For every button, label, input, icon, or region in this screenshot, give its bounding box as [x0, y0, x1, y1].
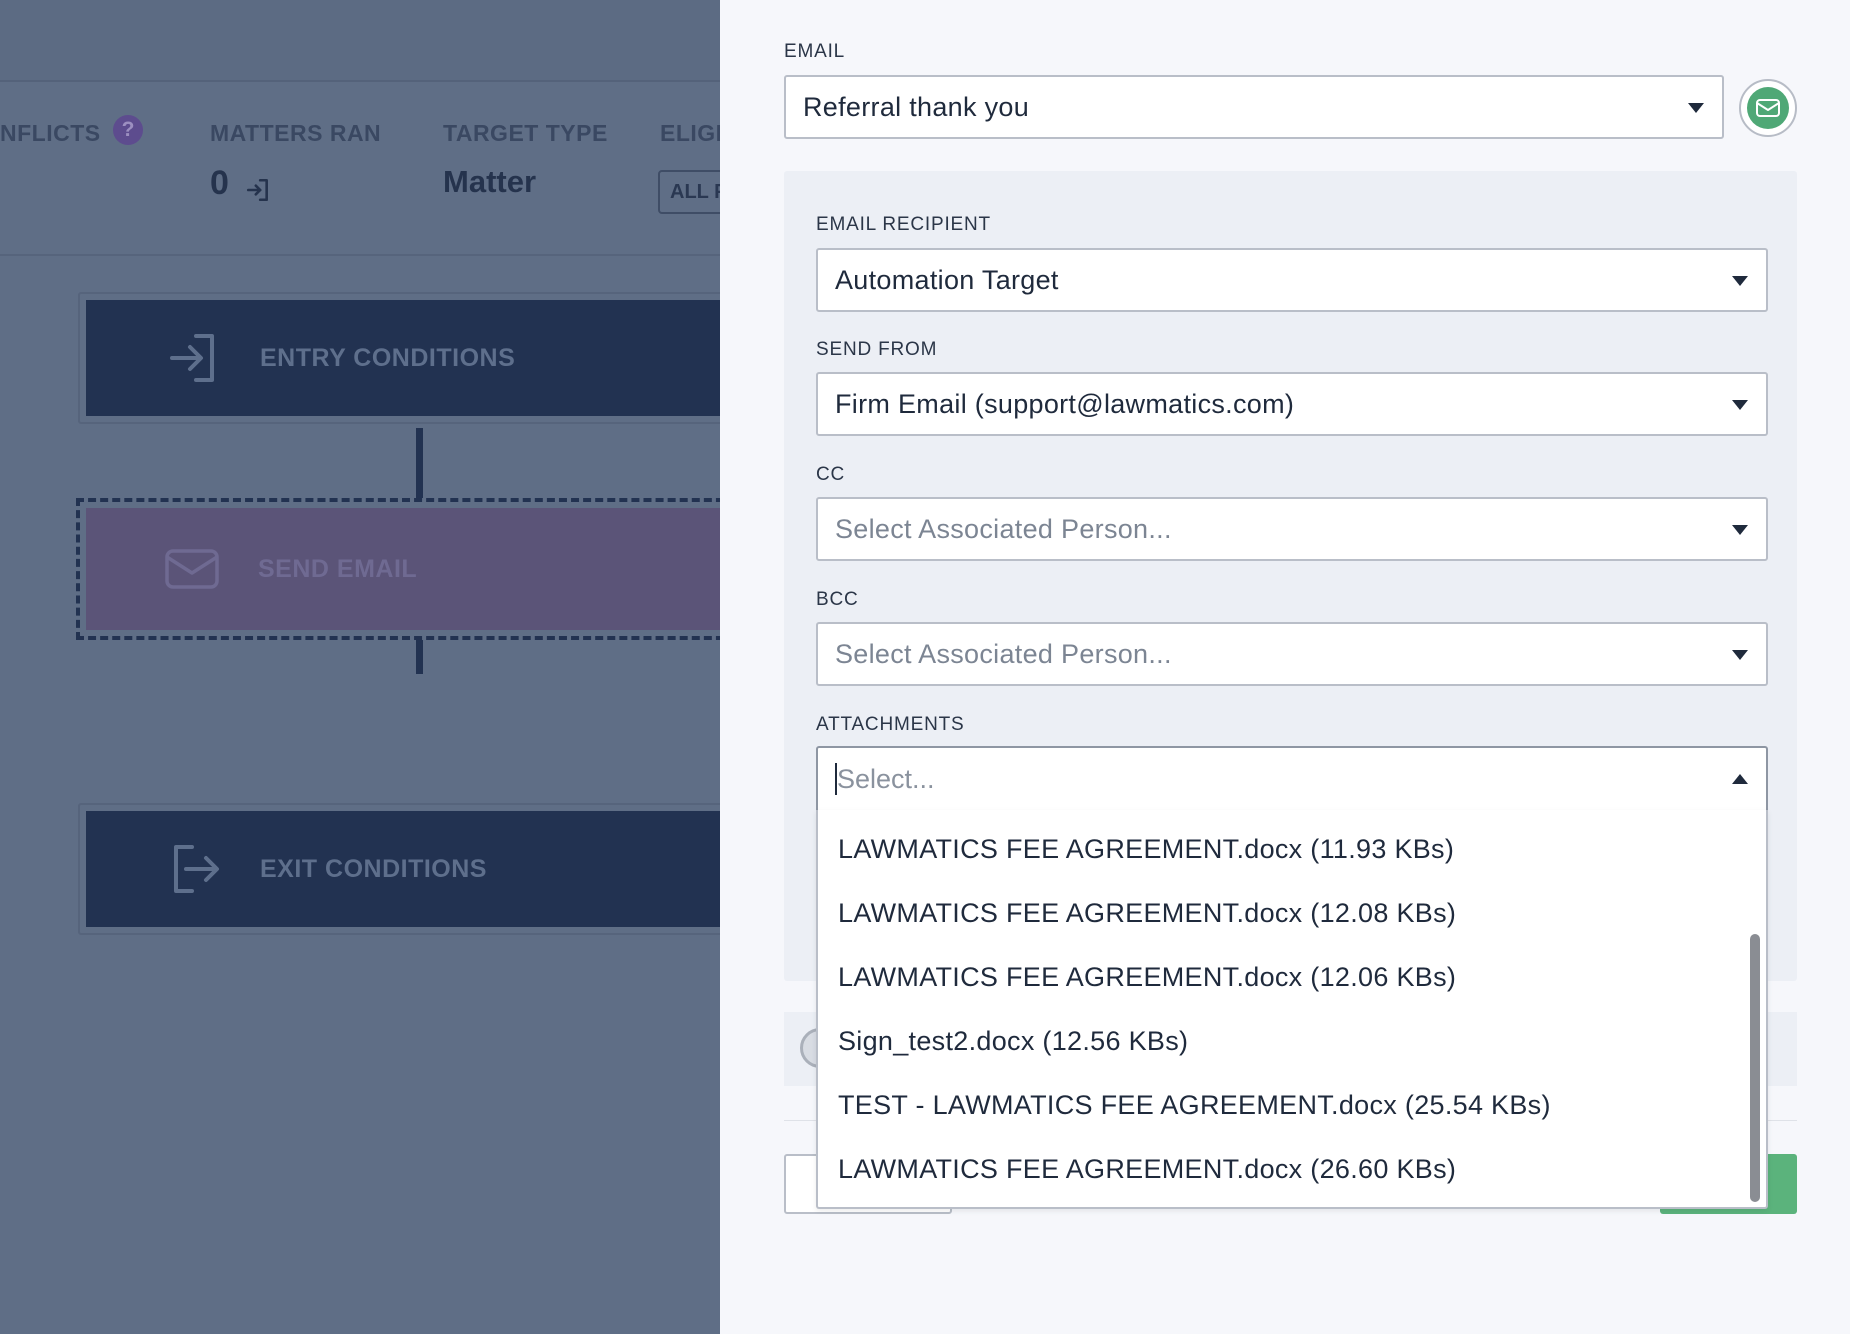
entry-conditions-label: ENTRY CONDITIONS [260, 343, 516, 372]
cc-label: CC [816, 464, 846, 485]
bcc-select[interactable]: Select Associated Person... [816, 622, 1768, 686]
eligible-filter-pill[interactable]: ALL P [658, 170, 720, 214]
caret-down-icon [1732, 525, 1748, 535]
send-from-value: Firm Email (support@lawmatics.com) [835, 388, 1295, 419]
cc-placeholder: Select Associated Person... [835, 513, 1172, 544]
attachment-option[interactable]: LAWMATICS FEE AGREEMENT.docx (12.06 KBs) [838, 962, 1456, 993]
send-from-select[interactable]: Firm Email (support@lawmatics.com) [816, 372, 1768, 436]
eligible-label: ELIGI [660, 120, 720, 146]
attachment-option[interactable]: LAWMATICS FEE AGREEMENT.docx (12.08 KBs) [838, 898, 1456, 929]
attachment-option[interactable]: Sign_test2.docx (12.56 KBs) [838, 1026, 1188, 1057]
envelope-icon [1756, 99, 1780, 117]
attachment-option[interactable]: TEST - LAWMATICS FEE AGREEMENT.docx (25.… [838, 1090, 1551, 1121]
flow-connector [416, 640, 423, 674]
exit-icon [174, 845, 219, 893]
cc-select[interactable]: Select Associated Person... [816, 497, 1768, 561]
exit-conditions-label: EXIT CONDITIONS [260, 854, 487, 883]
stats-bar [0, 84, 720, 256]
attachment-option[interactable]: LAWMATICS FEE AGREEMENT.docx (11.93 KBs) [838, 834, 1454, 865]
caret-down-icon [1732, 276, 1748, 286]
attachments-label: ATTACHMENTS [816, 714, 965, 735]
enter-icon [170, 334, 214, 382]
attachments-dropdown-menu: LAWMATICS FEE AGREEMENT.docx (11.93 KBs)… [816, 810, 1768, 1209]
email-recipient-label: EMAIL RECIPIENT [816, 214, 991, 235]
exit-conditions-node[interactable]: EXIT CONDITIONS [78, 803, 720, 935]
bcc-placeholder: Select Associated Person... [835, 638, 1172, 669]
caret-up-icon [1732, 774, 1748, 784]
matters-ran-label: MATTERS RAN [210, 120, 382, 146]
flow-connector [416, 428, 423, 498]
target-type-value: Matter [443, 164, 537, 199]
send-from-label: SEND FROM [816, 339, 938, 360]
canvas-top-bar [0, 0, 720, 82]
email-recipient-value: Automation Target [835, 264, 1059, 295]
attachments-placeholder: Select... [837, 763, 935, 794]
automation-canvas: NFLICTS ? MATTERS RAN 0 TARGET TYPE Matt… [0, 0, 720, 1334]
matters-ran-value: 0 [210, 164, 229, 202]
email-label: EMAIL [784, 41, 846, 62]
attachment-option[interactable]: LAWMATICS FEE AGREEMENT.docx (26.60 KBs) [838, 1154, 1456, 1185]
enter-icon[interactable] [245, 177, 271, 203]
question-circle-icon[interactable]: ? [113, 115, 143, 145]
target-type-label: TARGET TYPE [443, 120, 608, 146]
email-template-value: Referral thank you [803, 91, 1030, 122]
caret-down-icon [1732, 400, 1748, 410]
dropdown-scrollbar[interactable] [1750, 934, 1760, 1202]
preview-email-button[interactable] [1739, 79, 1797, 137]
email-recipient-select[interactable]: Automation Target [816, 248, 1768, 312]
bcc-label: BCC [816, 589, 859, 610]
caret-down-icon [1688, 103, 1704, 113]
envelope-icon [165, 549, 219, 589]
send-email-label: SEND EMAIL [258, 554, 418, 583]
attachments-select[interactable]: Select... [816, 746, 1768, 812]
caret-down-icon [1732, 650, 1748, 660]
send-email-node[interactable]: SEND EMAIL [76, 498, 720, 640]
conflicts-label: NFLICTS [0, 120, 101, 146]
send-email-panel: EMAIL Referral thank you EMAIL RECIPIENT… [720, 0, 1850, 1334]
entry-conditions-node[interactable]: ENTRY CONDITIONS [78, 292, 720, 424]
email-template-select[interactable]: Referral thank you [784, 75, 1724, 139]
